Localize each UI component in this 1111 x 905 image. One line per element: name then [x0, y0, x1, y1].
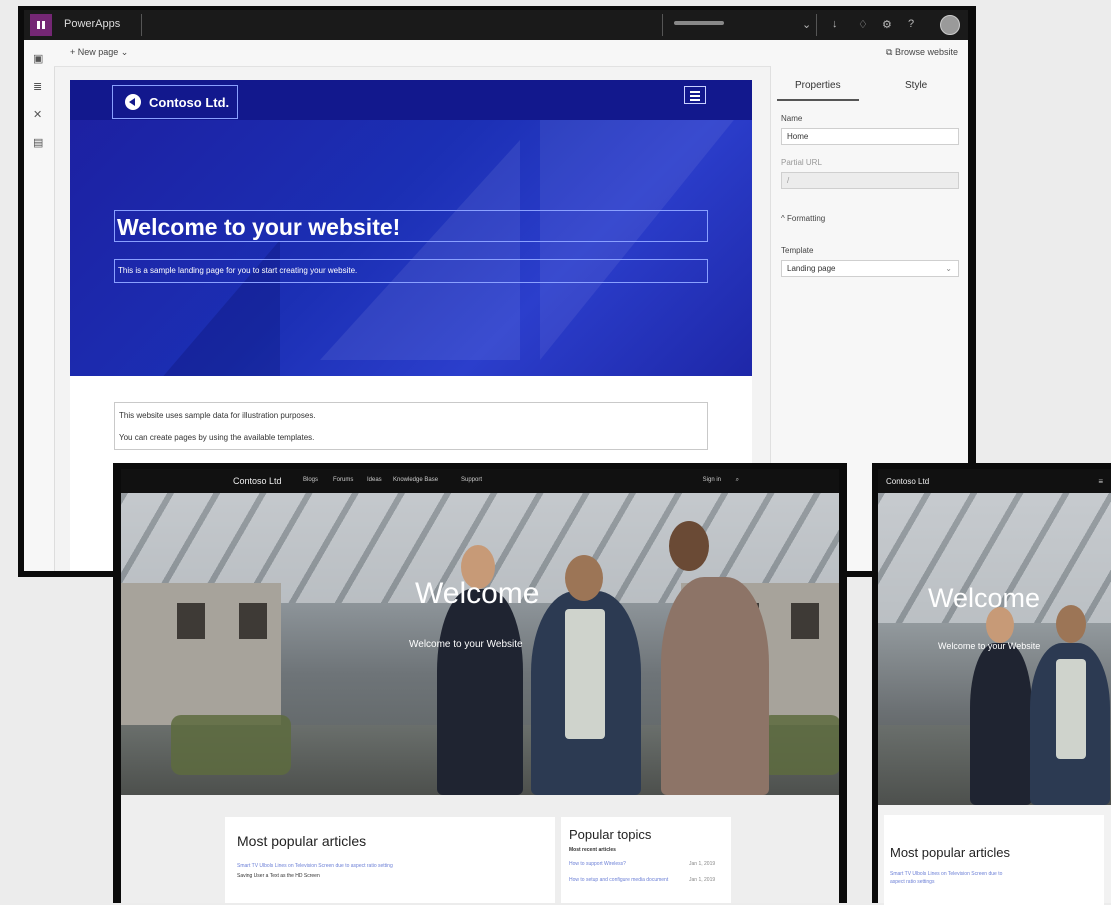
- nav-link-forums[interactable]: Forums: [333, 477, 353, 483]
- popular-articles-card: Most popular articles Smart TV Ulbols Li…: [884, 815, 1104, 905]
- site-nav-bar: Contoso Ltd Blogs Forums Ideas Knowledge…: [121, 469, 839, 493]
- nav-link-support[interactable]: Support: [461, 477, 482, 483]
- layers-icon[interactable]: ≣: [33, 80, 42, 93]
- person: [661, 577, 769, 795]
- sign-in-link[interactable]: Sign in: [703, 477, 721, 483]
- window: [791, 603, 819, 639]
- command-bar: + New page ⌄ ⧉ Browse website: [54, 40, 968, 67]
- hero-title: Welcome to your website!: [117, 214, 401, 240]
- partial-url-label: Partial URL: [781, 158, 822, 167]
- plus-icon: +: [70, 47, 78, 57]
- template-value: Landing page: [787, 264, 836, 273]
- person: [437, 589, 523, 795]
- hero-photo: Welcome Welcome to your Website: [121, 493, 839, 795]
- hero-subtitle: This is a sample landing page for you to…: [118, 266, 358, 275]
- hero-subtitle: Welcome to your Website: [409, 639, 523, 650]
- hero-decoration: [320, 140, 520, 360]
- chevron-down-icon[interactable]: ⌄: [802, 18, 811, 31]
- download-icon[interactable]: ↓: [832, 18, 838, 30]
- article-link[interactable]: aspect ratio settings: [890, 879, 934, 885]
- mobile-site-preview: Contoso Ltd ≡ Welcome Welcome to your We…: [872, 463, 1111, 905]
- name-field[interactable]: Home: [781, 128, 959, 145]
- site-brand[interactable]: Contoso Ltd: [233, 476, 282, 486]
- greenery: [761, 715, 839, 775]
- hero-subtitle: Welcome to your Website: [938, 641, 1041, 651]
- page-icon[interactable]: ▣: [33, 52, 43, 65]
- help-icon[interactable]: ?: [908, 18, 914, 30]
- window: [177, 603, 205, 639]
- tab-properties[interactable]: Properties: [795, 80, 841, 91]
- article-link[interactable]: Smart TV Ulbols Lines on Television Scre…: [890, 871, 1002, 877]
- content-area: Most popular articles Smart TV Ulbols Li…: [121, 795, 839, 903]
- chevron-down-icon: ⌄: [945, 264, 952, 273]
- window: [239, 603, 267, 639]
- nav-link-ideas[interactable]: Ideas: [367, 477, 382, 483]
- nav-link-knowledge-base[interactable]: Knowledge Base: [393, 477, 438, 483]
- app-name[interactable]: PowerApps: [64, 18, 120, 30]
- lightbulb-icon[interactable]: ♢: [858, 18, 868, 31]
- popular-articles-card: Most popular articles Smart TV Ulbols Li…: [225, 817, 555, 903]
- environment-picker[interactable]: [674, 21, 724, 25]
- new-page-button[interactable]: + New page ⌄: [70, 47, 128, 58]
- external-link-icon: ⧉: [886, 47, 895, 57]
- site-brand[interactable]: Contoso Ltd: [886, 477, 929, 486]
- content-line: You can create pages by using the availa…: [119, 433, 315, 442]
- theme-icon[interactable]: ▤: [33, 136, 43, 149]
- avatar[interactable]: [940, 15, 960, 35]
- divider: [816, 14, 817, 36]
- desktop-site-preview: Contoso Ltd Blogs Forums Ideas Knowledge…: [113, 463, 847, 903]
- content-area: Most popular articles Smart TV Ulbols Li…: [878, 805, 1111, 905]
- text-section[interactable]: This website uses sample data for illust…: [114, 402, 708, 450]
- hero-title: Welcome: [928, 583, 1041, 613]
- logo-text: Contoso Ltd.: [149, 95, 230, 110]
- formatting-toggle[interactable]: ^ Formatting: [781, 214, 825, 223]
- template-dropdown[interactable]: Landing page ⌄: [781, 260, 959, 277]
- hero-section[interactable]: Contoso Ltd. Welcome to your website! Th…: [70, 80, 752, 376]
- nav-link-blogs[interactable]: Blogs: [303, 477, 318, 483]
- partial-url-field: /: [781, 172, 959, 189]
- hamburger-menu-icon[interactable]: [684, 86, 706, 104]
- template-label: Template: [781, 246, 814, 255]
- popular-topics-subtitle: Most recent articles: [569, 847, 616, 853]
- popular-topics-title: Popular topics: [569, 827, 652, 842]
- person-head: [565, 555, 603, 601]
- active-tab-indicator: [777, 99, 859, 101]
- person-head: [669, 521, 709, 571]
- search-icon[interactable]: ⌕: [736, 477, 739, 484]
- topic-link[interactable]: How to setup and configure media documen…: [569, 877, 668, 883]
- hero-photo: Welcome Welcome to your Website: [878, 493, 1111, 805]
- left-rail: ▣ ≣ ✕ ▤: [24, 40, 55, 571]
- popular-articles-title: Most popular articles: [237, 833, 367, 849]
- site-logo[interactable]: Contoso Ltd.: [112, 85, 238, 119]
- tab-style[interactable]: Style: [905, 80, 927, 91]
- greenery: [171, 715, 291, 775]
- shirt: [565, 609, 605, 739]
- person: [970, 643, 1032, 805]
- topic-link[interactable]: How to support Wireless?: [569, 861, 626, 867]
- hero-title-block[interactable]: Welcome to your website!: [114, 210, 708, 242]
- popular-articles-title: Most popular articles: [890, 845, 1010, 860]
- logo-icon: [125, 94, 141, 110]
- mobile-nav-bar: Contoso Ltd ≡: [878, 469, 1111, 493]
- name-label: Name: [781, 114, 803, 123]
- article-link[interactable]: Smart TV Ulbols Lines on Television Scre…: [237, 863, 393, 869]
- hero-subtitle-block[interactable]: This is a sample landing page for you to…: [114, 259, 708, 283]
- popular-topics-card: Popular topics Most recent articles How …: [561, 817, 731, 903]
- shirt: [1056, 659, 1086, 759]
- browse-website-button[interactable]: ⧉ Browse website: [886, 47, 958, 58]
- article-link[interactable]: Saving User a Text as the HD Screen: [237, 873, 320, 879]
- tools-icon[interactable]: ✕: [33, 108, 42, 121]
- topic-date: Jan 1, 2019: [689, 861, 716, 867]
- top-bar: PowerApps ⌄ ↓ ♢ ⚙ ?: [24, 10, 968, 40]
- topic-date: Jan 1, 2019: [689, 877, 716, 883]
- divider: [662, 14, 663, 36]
- content-line: This website uses sample data for illust…: [119, 411, 316, 420]
- settings-icon[interactable]: ⚙: [882, 18, 892, 31]
- chevron-down-icon: ⌄: [118, 47, 129, 57]
- person-head: [1056, 605, 1086, 643]
- divider: [141, 14, 142, 36]
- app-launcher-icon[interactable]: [30, 14, 52, 36]
- hamburger-menu-icon[interactable]: ≡: [1098, 477, 1103, 486]
- hero-title: Welcome: [415, 577, 540, 610]
